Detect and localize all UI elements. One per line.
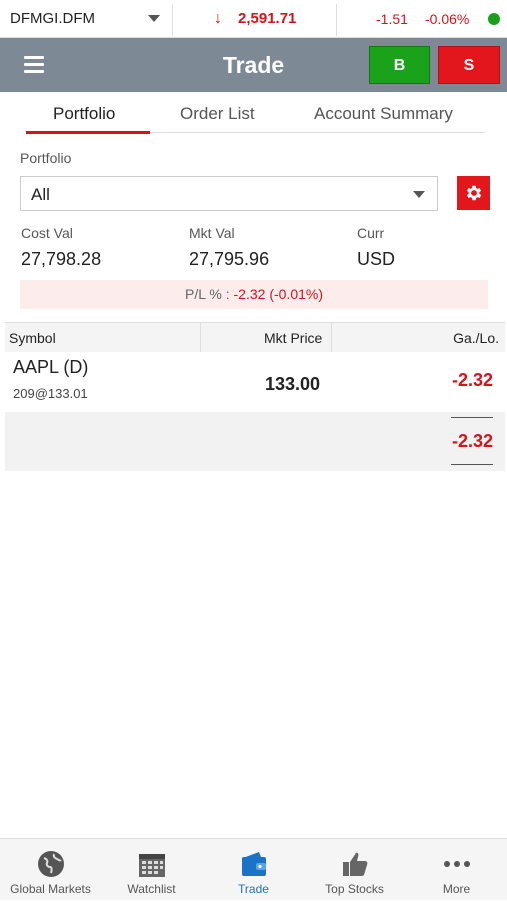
divider (451, 417, 493, 418)
wallet-icon (241, 852, 266, 876)
pl-summary: P/L % : -2.32 (-0.01%) (20, 280, 488, 309)
divider (150, 132, 485, 133)
calendar-icon (138, 854, 165, 877)
currency-label: Curr (357, 225, 385, 241)
total-gain-loss: -2.32 (451, 431, 493, 451)
divider (451, 464, 493, 465)
index-change: -1.51 (376, 11, 408, 27)
divider (336, 4, 337, 36)
table-header: Symbol Mkt Price Ga./Lo. (5, 322, 505, 353)
cost-val-label: Cost Val (21, 225, 73, 241)
ticker-bar: DFMGI.DFM ↓ 2,591.71 -1.51 -0.06% (0, 0, 507, 38)
more-icon (443, 861, 470, 867)
bottom-nav: Global Markets Watchlist Trade Top Stock… (0, 838, 507, 900)
nav-top-stocks[interactable]: Top Stocks (304, 839, 405, 901)
page-title: Trade (222, 52, 285, 78)
gear-icon (466, 185, 481, 201)
row-mkt-price: 133.00 (265, 374, 321, 394)
currency-value: USD (357, 249, 396, 269)
nav-watchlist[interactable]: Watchlist (101, 839, 202, 901)
portfolio-select[interactable]: All (20, 176, 438, 211)
sell-button[interactable]: S (438, 46, 500, 84)
divider (172, 4, 173, 36)
tab-account-summary[interactable]: Account Summary (314, 104, 453, 124)
portfolio-label: Portfolio (20, 150, 72, 166)
nav-label: Watchlist (127, 882, 176, 896)
column-header-mkt-price[interactable]: Mkt Price (264, 330, 322, 346)
index-change-pct: -0.06% (425, 11, 470, 27)
index-dropdown-icon[interactable] (148, 15, 160, 22)
arrow-down-icon: ↓ (214, 10, 222, 27)
divider (331, 323, 332, 353)
column-header-symbol[interactable]: Symbol (9, 330, 56, 346)
divider (200, 323, 201, 353)
mkt-val-value: 27,795.96 (189, 249, 270, 269)
nav-label: Trade (238, 882, 269, 896)
row-symbol: AAPL (D) (13, 357, 89, 377)
pl-label: P/L % : (185, 286, 230, 302)
nav-more[interactable]: More (406, 839, 507, 901)
nav-label: Top Stocks (325, 882, 384, 896)
row-gain-loss: -2.32 (451, 370, 493, 390)
index-symbol[interactable]: DFMGI.DFM (10, 10, 95, 27)
portfolio-select-value: All (31, 185, 50, 204)
nav-global-markets[interactable]: Global Markets (0, 839, 101, 901)
table-row[interactable]: AAPL (D) 209@133.01 133.00 -2.32 (5, 352, 505, 412)
thumbs-up-icon (342, 852, 367, 876)
title-bar: Trade B S (0, 38, 507, 92)
active-tab-indicator (26, 131, 150, 134)
nav-label: Global Markets (10, 882, 91, 896)
settings-button[interactable] (457, 176, 490, 210)
tab-order-list[interactable]: Order List (180, 104, 255, 124)
nav-trade[interactable]: Trade (203, 839, 304, 901)
tab-portfolio[interactable]: Portfolio (53, 104, 115, 124)
buy-button[interactable]: B (369, 46, 430, 84)
chevron-down-icon (413, 191, 425, 198)
row-quantity: 209@133.01 (13, 386, 88, 401)
cost-val-value: 27,798.28 (21, 249, 102, 269)
mkt-val-label: Mkt Val (189, 225, 235, 241)
total-row: -2.32 (5, 412, 505, 471)
market-status-icon (488, 13, 500, 25)
index-value: 2,591.71 (238, 10, 297, 27)
tab-bar: Portfolio Order List Account Summary (0, 92, 507, 136)
column-header-gain-loss[interactable]: Ga./Lo. (453, 330, 499, 346)
globe-icon (37, 851, 64, 877)
pl-value: -2.32 (-0.01%) (233, 286, 323, 302)
nav-label: More (442, 882, 471, 896)
